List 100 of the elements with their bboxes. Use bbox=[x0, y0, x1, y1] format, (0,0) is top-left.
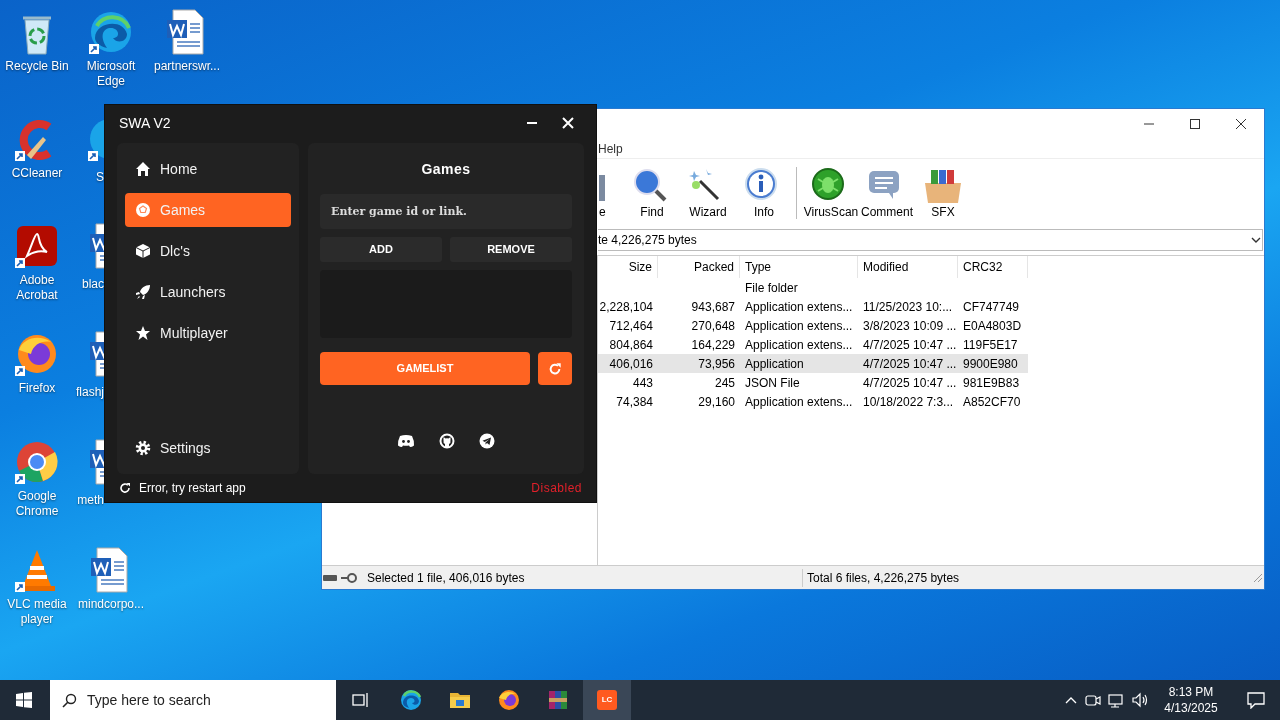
menu-item[interactable]: Help bbox=[596, 141, 625, 158]
icon-label[interactable]: Adobe Acrobat bbox=[0, 273, 74, 303]
table-cell-text: 74,384 bbox=[616, 393, 653, 411]
search-icon bbox=[62, 692, 77, 708]
clock[interactable]: 8:13 PM 4/13/2025 bbox=[1156, 680, 1226, 720]
nav-item[interactable]: Dlc's bbox=[125, 234, 291, 268]
window-title: SWA V2 bbox=[119, 113, 171, 133]
address-bar[interactable]: te 4,226,275 bytes bbox=[598, 229, 1263, 251]
toolbar-button[interactable]: VirusScan bbox=[803, 165, 859, 225]
table-row[interactable]: 804,864 164,229 Application extens... 4/7/2025 10:47 ... 119F5E17 bbox=[598, 335, 1028, 354]
toolbar-button[interactable]: Wizard bbox=[680, 165, 736, 225]
table-cell-text: 3/8/2023 10:09 ... bbox=[863, 317, 957, 335]
column-header[interactable]: Size bbox=[628, 258, 652, 276]
table-cell-text: File folder bbox=[745, 279, 798, 297]
icon-label[interactable]: Recycle Bin bbox=[5, 59, 69, 74]
table-cell-text: 119F5E17 bbox=[963, 336, 1018, 354]
table-cell-text: Application extens... bbox=[745, 393, 853, 411]
task-view-icon bbox=[352, 692, 370, 708]
status-label: Disabled bbox=[531, 480, 582, 497]
icon-label[interactable]: Firefox bbox=[18, 381, 56, 396]
table-cell-text: 4/7/2025 10:47 ... bbox=[863, 355, 957, 373]
table-cell-text: 73,956 bbox=[698, 355, 735, 373]
status-text: Error, try restart app bbox=[139, 480, 246, 497]
table-cell-text: Application extens... bbox=[745, 317, 853, 335]
table-row[interactable]: 443 245 JSON File 4/7/2025 10:47 ... 981E9B83 bbox=[598, 373, 1028, 392]
toolbar-button[interactable]: Find bbox=[624, 165, 680, 225]
toolbar-button[interactable]: Comment bbox=[859, 165, 915, 225]
refresh-icon bbox=[119, 482, 131, 494]
windows-logo-icon bbox=[16, 692, 32, 708]
table-cell-text: 443 bbox=[632, 374, 653, 392]
icon-label[interactable]: partnerswr... bbox=[154, 59, 220, 74]
archive-icon bbox=[546, 688, 570, 712]
table-cell-text: 9900E980 bbox=[963, 355, 1018, 373]
volume-icon[interactable] bbox=[1132, 692, 1150, 708]
rocket-icon bbox=[135, 284, 151, 300]
controller-icon[interactable] bbox=[397, 433, 415, 448]
column-header[interactable]: Type bbox=[745, 258, 771, 276]
cube-icon bbox=[135, 243, 151, 259]
status-text: Selected 1 file, 406,016 bytes bbox=[367, 568, 803, 587]
icon-label[interactable]: flashj bbox=[76, 385, 104, 399]
column-header[interactable]: CRC32 bbox=[963, 258, 1003, 276]
search-field[interactable]: Type here to search bbox=[50, 680, 336, 720]
table-cell-text: JSON File bbox=[745, 374, 800, 392]
notification-icon bbox=[1247, 691, 1265, 709]
icon-label[interactable]: S bbox=[96, 170, 104, 184]
table-row[interactable]: 406,016 73,956 Application 4/7/2025 10:47 ... 9900E980 bbox=[598, 354, 1028, 373]
add-button[interactable]: ADD bbox=[320, 237, 442, 262]
icon-label[interactable]: Microsoft Edge bbox=[74, 59, 148, 89]
table-cell-text: Application bbox=[745, 355, 804, 373]
table-cell-text: 981E9B83 bbox=[963, 374, 1020, 392]
home-icon bbox=[135, 161, 151, 177]
column-header[interactable]: Modified bbox=[863, 258, 909, 276]
toolbar-button[interactable]: e bbox=[599, 165, 609, 225]
table-cell-text: 11/25/2023 10:... bbox=[863, 298, 953, 316]
cat-icon[interactable] bbox=[439, 433, 455, 449]
nav-item[interactable]: Launchers bbox=[125, 275, 291, 309]
settings-icon bbox=[135, 440, 151, 456]
key-icon bbox=[340, 571, 357, 584]
table-cell-text: 4/7/2025 10:47 ... bbox=[863, 336, 957, 354]
icon-label[interactable]: blac bbox=[82, 277, 104, 291]
table-cell-text: 406,016 bbox=[609, 355, 653, 373]
ball-icon bbox=[135, 202, 151, 218]
table-row[interactable]: 712,464 270,648 Application extens... 3/8/2023 10:09 ... E0A4803D bbox=[598, 316, 1028, 335]
table-row[interactable]: File folder bbox=[598, 278, 1028, 297]
page-title: Games bbox=[420, 160, 472, 179]
resize-grip-icon[interactable] bbox=[1252, 571, 1264, 584]
table-cell-text: 943,687 bbox=[691, 298, 735, 316]
table-cell-text: 804,864 bbox=[609, 336, 653, 354]
table-cell-text: Application extens... bbox=[745, 298, 853, 316]
browser-icon bbox=[497, 688, 521, 712]
close-icon bbox=[1235, 118, 1247, 130]
table-cell-text: 4/7/2025 10:47 ... bbox=[863, 374, 957, 392]
close-icon bbox=[562, 117, 574, 129]
toolbar-button[interactable]: SFX bbox=[915, 165, 971, 225]
network-icon[interactable] bbox=[1108, 692, 1126, 708]
paper-plane-icon[interactable] bbox=[479, 433, 495, 449]
table-cell-text: 245 bbox=[714, 374, 735, 392]
table-cell-text: 29,160 bbox=[698, 393, 735, 411]
nav-item[interactable]: Home bbox=[125, 152, 291, 186]
table-row[interactable]: 74,384 29,160 Application extens... 10/18/2022 7:3... A852CF70 bbox=[598, 392, 1028, 411]
dropdown-icon[interactable] bbox=[1250, 235, 1262, 245]
refresh-button[interactable] bbox=[538, 352, 572, 385]
box-icon bbox=[923, 167, 963, 203]
icon-label[interactable]: CCleaner bbox=[11, 166, 63, 181]
toolbar-button[interactable]: Info bbox=[736, 165, 792, 225]
table-row[interactable]: 2,228,104 943,687 Application extens... 11/25/2023 10:... CF747749 bbox=[598, 297, 1028, 316]
webcam-icon[interactable] bbox=[1084, 692, 1102, 708]
table-cell-text: 712,464 bbox=[609, 317, 653, 335]
nav-item[interactable]: Settings bbox=[125, 431, 291, 465]
remove-button[interactable]: REMOVE bbox=[450, 237, 572, 262]
status-text: Total 6 files, 4,226,275 bytes bbox=[807, 569, 960, 587]
table-cell-text: A852CF70 bbox=[963, 393, 1021, 411]
table-cell-text: Application extens... bbox=[745, 336, 853, 354]
nav-item[interactable]: Multiplayer bbox=[125, 316, 291, 350]
maximize-icon bbox=[1189, 118, 1201, 130]
column-header[interactable]: Packed bbox=[693, 258, 734, 276]
game-input-field[interactable]: Enter game id or link. bbox=[320, 194, 572, 229]
table-cell-text: 2,228,104 bbox=[599, 298, 653, 316]
star-icon bbox=[135, 325, 151, 341]
table-cell-text: 10/18/2022 7:3... bbox=[863, 393, 954, 411]
